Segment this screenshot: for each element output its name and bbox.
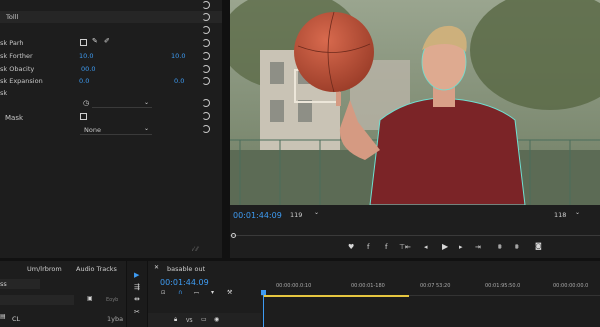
mask-feather-value-2[interactable]: 10.0	[171, 52, 185, 60]
section-header	[0, 11, 222, 23]
sequence-tab[interactable]: basable out	[167, 265, 205, 273]
track-method-dropdown[interactable]	[92, 99, 152, 108]
ruler-label: 00:07 53:20	[420, 283, 451, 289]
tag-icon[interactable]: ▤	[0, 313, 6, 320]
mask-feather-label: sk Forther	[0, 52, 33, 60]
mask-path-checkbox[interactable]	[80, 39, 87, 46]
reset-icon[interactable]	[202, 99, 210, 107]
step-forward-icon[interactable]: ▸	[459, 243, 463, 251]
work-area-bar[interactable]	[264, 295, 409, 297]
marker-icon[interactable]: ♥	[348, 243, 354, 251]
reset-icon[interactable]	[202, 52, 210, 60]
tab-media-browser[interactable]: Um/lrbrom	[27, 265, 62, 273]
play-icon[interactable]: ▶	[442, 242, 448, 251]
mask-path-label: sk Parh	[0, 39, 24, 47]
effect-controls-panel: Tolll sk Parh ✎ ✐ sk Forther 10.0 10.0 s…	[0, 0, 222, 258]
bin-icon[interactable]: ▣	[87, 295, 93, 302]
reset-icon[interactable]	[202, 112, 210, 120]
overwrite-icon[interactable]: ⩩	[515, 243, 519, 252]
timeline-panel: ✕ basable out 00:01:44.09 ⊡ ∩ ꟷ ▾ ⚒ 00:0…	[148, 261, 600, 327]
settings-icon[interactable]: ⚒	[227, 289, 232, 296]
mask-expansion-value-1[interactable]: 0.0	[79, 77, 89, 85]
ruler-label: 00:00:01-180	[351, 283, 385, 289]
ruler-label: 00:01:95:50.0	[485, 283, 521, 289]
eye-icon[interactable]: ◉	[214, 316, 219, 323]
tab-audio-tracks[interactable]: Audio Tracks	[76, 265, 117, 273]
list-item-name[interactable]: CL	[12, 315, 20, 323]
chevron-down-icon[interactable]: ⌄	[314, 209, 319, 216]
ruler-label: 00:00:00:00.0	[553, 283, 589, 289]
section-title: Tolll	[6, 13, 19, 21]
ruler-label: 00:00:00.0:10	[276, 283, 312, 289]
reset-icon[interactable]	[202, 39, 210, 47]
brush-icon[interactable]: ✐	[104, 37, 110, 45]
step-back-icon[interactable]: ◂	[424, 243, 428, 251]
go-to-out-icon[interactable]: ⇥	[475, 243, 481, 251]
mark-out-icon[interactable]: f	[385, 243, 387, 251]
snap-icon[interactable]: ∩	[178, 289, 182, 296]
chevron-down-icon: ⌄	[144, 125, 150, 132]
mask-label: sk	[0, 89, 8, 97]
invert-mask-label: Mask	[5, 114, 24, 122]
filter-bar[interactable]	[0, 295, 74, 305]
panel-footer-icons: ᵢ⁄ ⁄⁄	[192, 246, 198, 253]
mask-expansion-label: sk Expansion	[0, 77, 43, 85]
reset-icon[interactable]	[202, 1, 210, 9]
list-item-meta: 1yba	[107, 315, 124, 323]
track-select-icon[interactable]: ⇶	[134, 283, 140, 291]
pen-icon[interactable]: ✎	[92, 37, 98, 45]
selection-tool-icon[interactable]: ▶	[134, 271, 139, 279]
panel-divider	[222, 0, 230, 258]
tools-panel: ▶ ⇶ ⇹ ✂	[126, 261, 148, 327]
timeline-timecode[interactable]: 00:01:44.09	[160, 278, 209, 287]
chevron-down-icon[interactable]: ⌄	[575, 209, 580, 216]
search-input[interactable]: ss	[0, 280, 7, 288]
program-timecode[interactable]: 00:01:44:09	[233, 211, 282, 220]
nest-icon[interactable]: ⊡	[161, 290, 165, 296]
film-icon[interactable]: ▭	[201, 316, 207, 323]
reset-icon[interactable]	[202, 13, 210, 21]
playhead-line	[263, 295, 264, 327]
track-mask-icon[interactable]: ◷	[83, 99, 89, 107]
reset-icon[interactable]	[202, 77, 210, 85]
reset-icon[interactable]	[202, 125, 210, 133]
reset-icon[interactable]	[202, 65, 210, 73]
monitor-ruler[interactable]	[230, 228, 600, 236]
add-marker-icon[interactable]: ▾	[211, 289, 214, 296]
linked-icon[interactable]: ꟷ	[194, 289, 199, 297]
track-label: VS	[186, 318, 193, 324]
mark-in-icon[interactable]: f	[367, 243, 369, 251]
resolution-level[interactable]: 118	[554, 211, 566, 219]
invert-mask-checkbox[interactable]	[80, 113, 87, 120]
mask-feather-value-1[interactable]: 10.0	[79, 52, 93, 60]
razor-icon[interactable]: ✂	[134, 308, 140, 316]
lock-icon[interactable]: 🔒︎	[174, 316, 177, 324]
playhead-icon[interactable]	[231, 233, 236, 238]
go-to-in-icon[interactable]: ⇤	[405, 243, 411, 251]
project-panel: Um/lrbrom Audio Tracks ss ▣ Eoyb ▤ CL 1y…	[0, 261, 126, 327]
mask-opacity-value[interactable]: 00.0	[81, 65, 95, 73]
small-label: Eoyb	[106, 297, 119, 303]
chevron-down-icon: ⌄	[144, 99, 150, 106]
reset-icon[interactable]	[202, 26, 210, 34]
zoom-level[interactable]: 119	[290, 211, 302, 219]
ripple-edit-icon[interactable]: ⇹	[134, 295, 140, 303]
camera-icon[interactable]: ◙	[535, 242, 542, 250]
mask-opacity-label: sk Obacity	[0, 65, 35, 73]
program-monitor: 00:01:44:09 119 ⌄ 118 ⌄ ♥ f f ⊤ ⇤ ◂ ▶ ▸ …	[230, 0, 600, 258]
blend-mode-dropdown[interactable]	[80, 125, 152, 135]
close-icon[interactable]: ✕	[154, 264, 159, 271]
video-frame[interactable]	[230, 0, 600, 205]
mask-expansion-value-2[interactable]: 0.0	[174, 77, 184, 85]
insert-icon[interactable]: ⩩	[498, 243, 502, 252]
